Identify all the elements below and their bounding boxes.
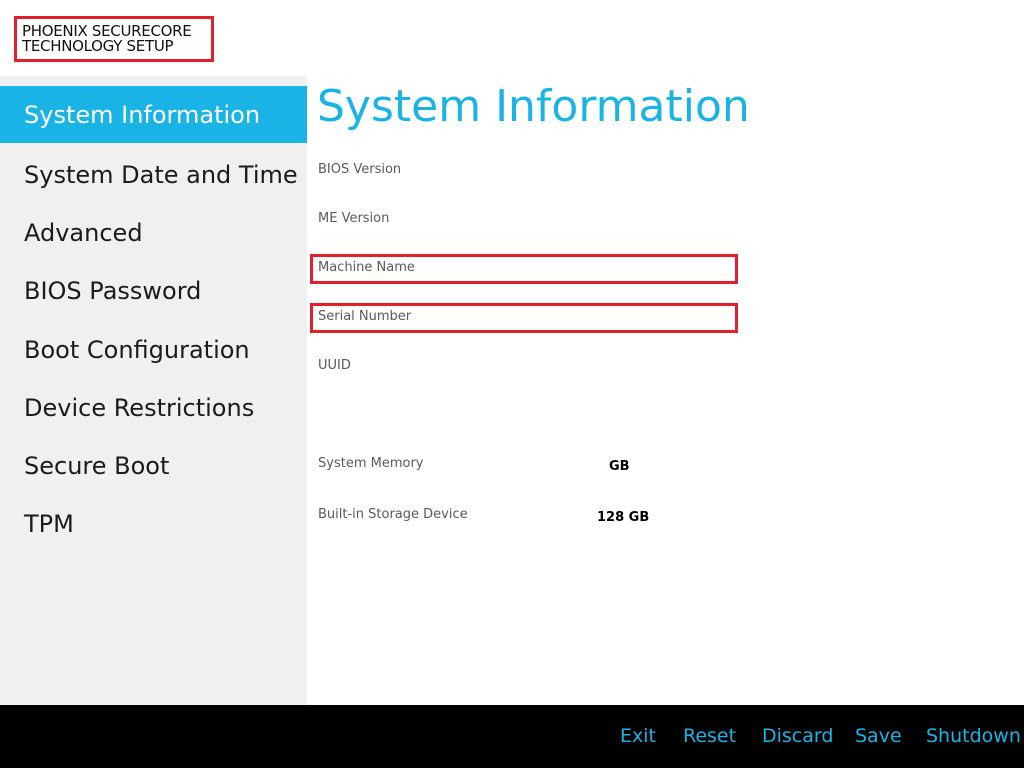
storage-device-value: 128 GB xyxy=(597,510,650,525)
reset-button[interactable]: Reset xyxy=(683,725,736,747)
sidebar-item-advanced[interactable]: Advanced xyxy=(0,204,307,261)
sidebar-item-bios-password[interactable]: BIOS Password xyxy=(0,262,307,319)
sidebar-item-system-information[interactable]: System Information xyxy=(0,86,307,143)
sidebar-item-tpm[interactable]: TPM xyxy=(0,495,307,552)
save-button[interactable]: Save xyxy=(855,725,902,747)
system-memory-value: GB xyxy=(609,459,630,474)
uuid-label: UUID xyxy=(318,358,351,373)
me-version-label: ME Version xyxy=(318,211,390,226)
system-memory-label: System Memory xyxy=(318,456,424,471)
serial-number-label: Serial Number xyxy=(318,309,412,324)
machine-name-label: Machine Name xyxy=(318,260,415,275)
shutdown-button[interactable]: Shutdown xyxy=(926,725,1021,747)
page-title: System Information xyxy=(317,81,750,132)
bios-version-label: BIOS Version xyxy=(318,162,402,177)
phoenix-logo: PHOENIX SECURECORE TECHNOLOGY SETUP xyxy=(14,16,214,62)
sidebar-item-secure-boot[interactable]: Secure Boot xyxy=(0,437,307,494)
sidebar-item-boot-configuration[interactable]: Boot Configuration xyxy=(0,321,307,378)
sidebar-item-device-restrictions[interactable]: Device Restrictions xyxy=(0,379,307,436)
sidebar-nav: System Information System Date and Time … xyxy=(0,76,307,705)
logo-text-line2: TECHNOLOGY SETUP xyxy=(22,37,174,55)
footer-action-bar: Exit Reset Discard Save Shutdown xyxy=(0,705,1024,768)
exit-button[interactable]: Exit xyxy=(620,725,656,747)
storage-device-label: Built-in Storage Device xyxy=(318,507,468,522)
sidebar-item-system-date-and-time[interactable]: System Date and Time xyxy=(0,146,307,203)
discard-button[interactable]: Discard xyxy=(762,725,833,747)
